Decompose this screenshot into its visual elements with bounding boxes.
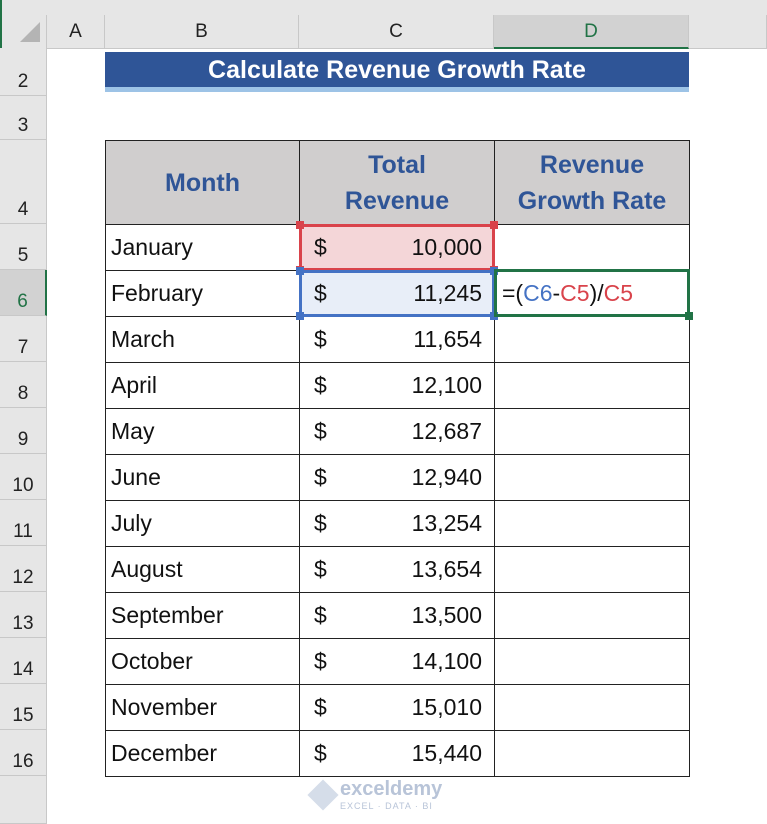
currency-symbol: $ — [314, 418, 327, 444]
row-header-5[interactable]: 5 — [0, 224, 47, 270]
cell-growth-rate[interactable] — [494, 224, 690, 271]
revenue-value: 15,010 — [411, 694, 482, 720]
cell-growth-rate[interactable] — [494, 454, 690, 501]
column-header-D[interactable]: D — [494, 15, 689, 49]
cell-D6-formula[interactable]: =(C6- C5)/C5 — [494, 269, 693, 320]
formula-ref-c5: C5 — [603, 279, 634, 306]
cell-revenue[interactable]: $12,100 — [299, 362, 495, 409]
fill-handle[interactable] — [685, 312, 693, 320]
currency-symbol: $ — [314, 326, 327, 352]
row-header-2[interactable]: 2 — [0, 48, 47, 96]
cell-month[interactable]: December — [105, 730, 300, 777]
cell-month[interactable]: January — [105, 224, 300, 271]
formula-text: - — [552, 279, 561, 306]
formula-text: )/ — [589, 279, 604, 306]
cell-growth-rate[interactable] — [494, 592, 690, 639]
row-header-14[interactable]: 14 — [0, 638, 47, 684]
column-header-B[interactable]: B — [105, 15, 299, 49]
row-header-4[interactable]: 4 — [0, 140, 47, 224]
revenue-value: 13,254 — [411, 510, 482, 536]
revenue-value: 12,100 — [411, 372, 482, 398]
header-growth-rate: Revenue Growth Rate — [494, 140, 690, 225]
cell-month[interactable]: June — [105, 454, 300, 501]
formula-ref-c6: C6 — [523, 279, 553, 306]
currency-symbol: $ — [314, 556, 327, 582]
row-header-6[interactable]: 6 — [0, 270, 47, 316]
cell-month[interactable]: May — [105, 408, 300, 455]
cell-month[interactable]: April — [105, 362, 300, 409]
revenue-value: 12,687 — [411, 418, 482, 444]
cell-growth-rate[interactable] — [494, 500, 690, 547]
row-header-7[interactable]: 7 — [0, 316, 47, 362]
currency-symbol: $ — [314, 372, 327, 398]
row-header-17[interactable] — [0, 776, 47, 824]
cell-growth-rate[interactable] — [494, 684, 690, 731]
row-header-11[interactable]: 11 — [0, 500, 47, 546]
cell-revenue[interactable]: $12,687 — [299, 408, 495, 455]
watermark: exceldemy EXCEL · DATA · BI — [307, 778, 442, 811]
cell-growth-rate[interactable] — [494, 316, 690, 363]
cell-month[interactable]: July — [105, 500, 300, 547]
cell-revenue[interactable]: $13,654 — [299, 546, 495, 593]
cell-month[interactable]: October — [105, 638, 300, 685]
cell-revenue[interactable]: $13,254 — [299, 500, 495, 547]
revenue-value: 15,440 — [411, 740, 482, 766]
column-header-E[interactable] — [689, 15, 767, 49]
currency-symbol: $ — [314, 464, 327, 490]
cell-revenue[interactable]: $11,654 — [299, 316, 495, 363]
cell-growth-rate[interactable] — [494, 546, 690, 593]
revenue-value: 11,654 — [413, 326, 482, 352]
header-total-revenue: Total Revenue — [299, 140, 495, 225]
select-all-corner[interactable] — [0, 15, 47, 49]
revenue-value: 13,654 — [411, 556, 482, 582]
row-header-15[interactable]: 15 — [0, 684, 47, 730]
cell-month[interactable]: August — [105, 546, 300, 593]
currency-symbol: $ — [314, 648, 327, 674]
cell-revenue[interactable]: $14,100 — [299, 638, 495, 685]
row-header-10[interactable]: 10 — [0, 454, 47, 500]
cell-month[interactable]: November — [105, 684, 300, 731]
currency-symbol: $ — [314, 740, 327, 766]
cell-revenue[interactable]: $15,440 — [299, 730, 495, 777]
reference-box-c6 — [296, 267, 498, 320]
reference-box-c5 — [296, 221, 498, 274]
formula-text: =( — [502, 279, 524, 306]
top-bar — [0, 0, 767, 15]
revenue-value: 14,100 — [411, 648, 482, 674]
cell-month[interactable]: September — [105, 592, 300, 639]
header-month: Month — [105, 140, 300, 225]
formula-ref-c5: C5 — [560, 279, 590, 306]
revenue-value: 13,500 — [411, 602, 482, 628]
exceldemy-logo-icon — [307, 778, 339, 811]
cell-growth-rate[interactable] — [494, 408, 690, 455]
currency-symbol: $ — [314, 602, 327, 628]
row-header-16[interactable]: 16 — [0, 730, 47, 776]
row-header-13[interactable]: 13 — [0, 592, 47, 638]
currency-symbol: $ — [314, 510, 327, 536]
revenue-value: 12,940 — [411, 464, 482, 490]
column-header-C[interactable]: C — [299, 15, 494, 49]
currency-symbol: $ — [314, 694, 327, 720]
cell-month[interactable]: February — [105, 270, 300, 317]
cell-revenue[interactable]: $12,940 — [299, 454, 495, 501]
row-header-8[interactable]: 8 — [0, 362, 47, 408]
column-header-A[interactable]: A — [47, 15, 105, 49]
cell-growth-rate[interactable] — [494, 362, 690, 409]
row-header-12[interactable]: 12 — [0, 546, 47, 592]
cell-month[interactable]: March — [105, 316, 300, 363]
triangle-icon — [20, 22, 40, 42]
cell-growth-rate[interactable] — [494, 638, 690, 685]
cell-growth-rate[interactable] — [494, 730, 690, 777]
row-header-3[interactable]: 3 — [0, 96, 47, 140]
cell-revenue[interactable]: $13,500 — [299, 592, 495, 639]
row-header-9[interactable]: 9 — [0, 408, 47, 454]
cell-revenue[interactable]: $15,010 — [299, 684, 495, 731]
title-banner: Calculate Revenue Growth Rate — [105, 52, 689, 92]
